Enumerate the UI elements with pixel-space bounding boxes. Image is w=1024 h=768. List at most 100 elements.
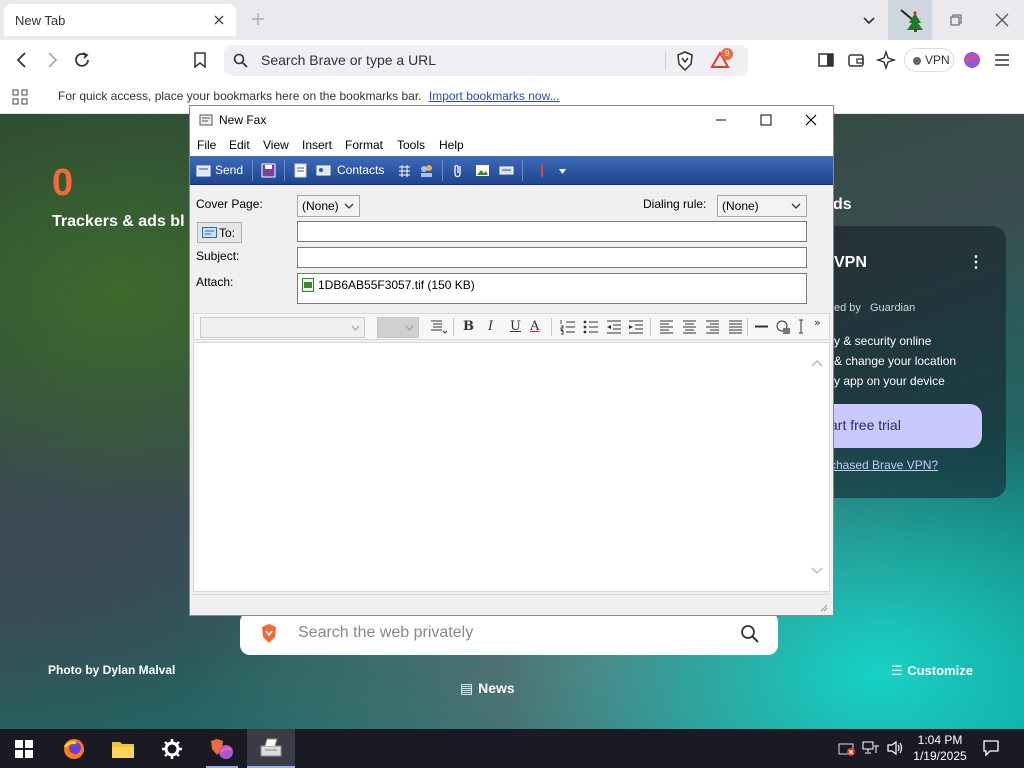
contacts-button[interactable]: Contacts xyxy=(337,163,384,177)
insert-picture-icon[interactable] xyxy=(475,163,490,178)
align-left-icon[interactable] xyxy=(659,319,674,334)
underline-button[interactable]: U xyxy=(510,319,521,334)
bookmark-icon[interactable] xyxy=(190,50,210,70)
increase-indent-icon[interactable] xyxy=(628,319,644,335)
more-tools-button[interactable]: » xyxy=(814,316,821,329)
fax-body-editor[interactable] xyxy=(193,342,830,592)
back-icon[interactable] xyxy=(12,50,32,70)
align-center-icon[interactable] xyxy=(682,319,697,334)
apps-grid-icon[interactable] xyxy=(12,89,28,105)
bullet-list-icon[interactable] xyxy=(583,319,599,335)
close-tab-icon[interactable] xyxy=(212,13,226,27)
already-purchased-link[interactable]: rchased Brave VPN? xyxy=(826,458,938,472)
web-search-box[interactable]: Search the web privately xyxy=(240,612,778,655)
chevron-down-icon xyxy=(791,203,801,209)
tab-search-chevron-icon[interactable] xyxy=(847,0,891,40)
toolbar-separator xyxy=(442,160,443,181)
people-icon[interactable] xyxy=(419,163,434,178)
import-bookmarks-link[interactable]: Import bookmarks now... xyxy=(429,89,560,103)
menu-tools[interactable]: Tools xyxy=(397,138,425,152)
menu-hamburger-icon[interactable] xyxy=(992,50,1012,70)
restore-window-icon[interactable] xyxy=(934,0,978,40)
subject-field[interactable] xyxy=(297,247,807,268)
forward-icon[interactable] xyxy=(42,50,62,70)
to-button[interactable]: To: xyxy=(197,222,242,243)
attachments-box[interactable]: 1DB6AB55F3057.tif (150 KB) xyxy=(297,273,807,304)
insert-picture-fmt-icon[interactable] xyxy=(775,319,791,335)
cover-page-icon[interactable] xyxy=(293,163,308,178)
search-submit-icon[interactable] xyxy=(740,624,759,643)
chevron-down-icon xyxy=(344,203,354,209)
dialing-rule-select[interactable]: (None) xyxy=(717,195,807,217)
network-icon[interactable] xyxy=(862,741,880,755)
settings-taskbar-button[interactable] xyxy=(148,729,196,768)
align-right-icon[interactable] xyxy=(705,319,720,334)
profile-avatar-icon[interactable] xyxy=(962,50,982,70)
wallet-icon[interactable] xyxy=(846,50,866,70)
text-cursor-icon[interactable] xyxy=(796,319,810,334)
paragraph-style-icon[interactable] xyxy=(430,319,447,335)
start-button[interactable] xyxy=(0,729,48,768)
news-button[interactable]: ▤ News xyxy=(460,680,515,697)
sidebar-icon[interactable] xyxy=(816,50,836,70)
vpn-card-menu-icon[interactable]: ⋮ xyxy=(968,252,984,272)
reload-icon[interactable] xyxy=(72,50,92,70)
start-free-trial-button[interactable]: art free trial xyxy=(818,404,982,448)
fax-titlebar[interactable]: New Fax xyxy=(190,106,833,134)
file-explorer-taskbar-button[interactable] xyxy=(99,729,147,768)
menu-edit[interactable]: Edit xyxy=(229,138,250,152)
resize-grip-icon[interactable] xyxy=(818,602,828,612)
stats-label-right: ds xyxy=(833,196,852,213)
system-clock[interactable]: 1:04 PM 1/19/2025 xyxy=(913,732,967,764)
menu-insert[interactable]: Insert xyxy=(302,138,332,152)
cover-page-select[interactable]: (None) xyxy=(297,195,360,217)
scroll-down-icon[interactable] xyxy=(811,565,823,575)
toolbar-separator xyxy=(522,160,523,181)
bold-button[interactable]: B xyxy=(463,319,474,334)
scroll-up-icon[interactable] xyxy=(811,359,823,369)
attachment-name[interactable]: 1DB6AB55F3057.tif (150 KB) xyxy=(318,278,475,292)
send-button[interactable]: Send xyxy=(215,163,243,177)
fax-close-icon[interactable] xyxy=(788,106,834,134)
format-separator xyxy=(650,318,651,336)
brave-taskbar-button[interactable] xyxy=(198,729,246,768)
scan-icon[interactable] xyxy=(499,163,514,178)
menu-file[interactable]: File xyxy=(197,138,216,152)
notifications-icon[interactable] xyxy=(982,739,1000,757)
new-tab-icon[interactable] xyxy=(250,11,266,27)
tree-extension-icon[interactable] xyxy=(888,0,932,40)
photo-credit[interactable]: Photo by Dylan Malval xyxy=(48,663,175,677)
leo-ai-icon[interactable] xyxy=(876,50,896,70)
brave-shields-icon[interactable] xyxy=(676,51,694,71)
priority-dropdown-icon[interactable] xyxy=(559,169,566,174)
save-icon[interactable] xyxy=(261,163,276,178)
menu-view[interactable]: View xyxy=(263,138,289,152)
horizontal-line-icon[interactable] xyxy=(754,319,769,334)
bookmarks-hint: For quick access, place your bookmarks h… xyxy=(58,89,560,103)
vpn-button[interactable]: VPN xyxy=(904,48,954,72)
menu-format[interactable]: Format xyxy=(345,138,383,152)
justify-icon[interactable] xyxy=(728,319,743,334)
firefox-taskbar-button[interactable] xyxy=(50,729,98,768)
attach-icon[interactable] xyxy=(451,163,466,178)
font-color-button[interactable]: A xyxy=(530,319,539,334)
volume-icon[interactable] xyxy=(886,740,904,756)
decrease-indent-icon[interactable] xyxy=(606,319,622,335)
vpn-powered-by-text: ed by xyxy=(834,302,861,314)
to-field[interactable] xyxy=(297,221,807,242)
fax-tray-icon[interactable] xyxy=(838,740,856,756)
italic-button[interactable]: I xyxy=(488,319,493,334)
address-bar[interactable]: Search Brave or type a URL 9 xyxy=(224,45,748,76)
fax-maximize-icon[interactable] xyxy=(743,106,789,134)
fax-minimize-icon[interactable] xyxy=(698,106,744,134)
numbered-list-icon[interactable] xyxy=(560,319,576,335)
font-name-select[interactable] xyxy=(200,317,365,338)
fax-scan-taskbar-button[interactable] xyxy=(247,729,295,768)
tab-new-tab[interactable]: New Tab xyxy=(4,4,236,36)
menu-help[interactable]: Help xyxy=(439,138,464,152)
close-window-icon[interactable] xyxy=(980,0,1024,40)
font-size-select[interactable] xyxy=(377,317,419,338)
customize-button[interactable]: ☰ Customize xyxy=(891,663,973,679)
priority-flag-icon[interactable] xyxy=(535,163,550,178)
grid-icon[interactable] xyxy=(397,163,412,178)
